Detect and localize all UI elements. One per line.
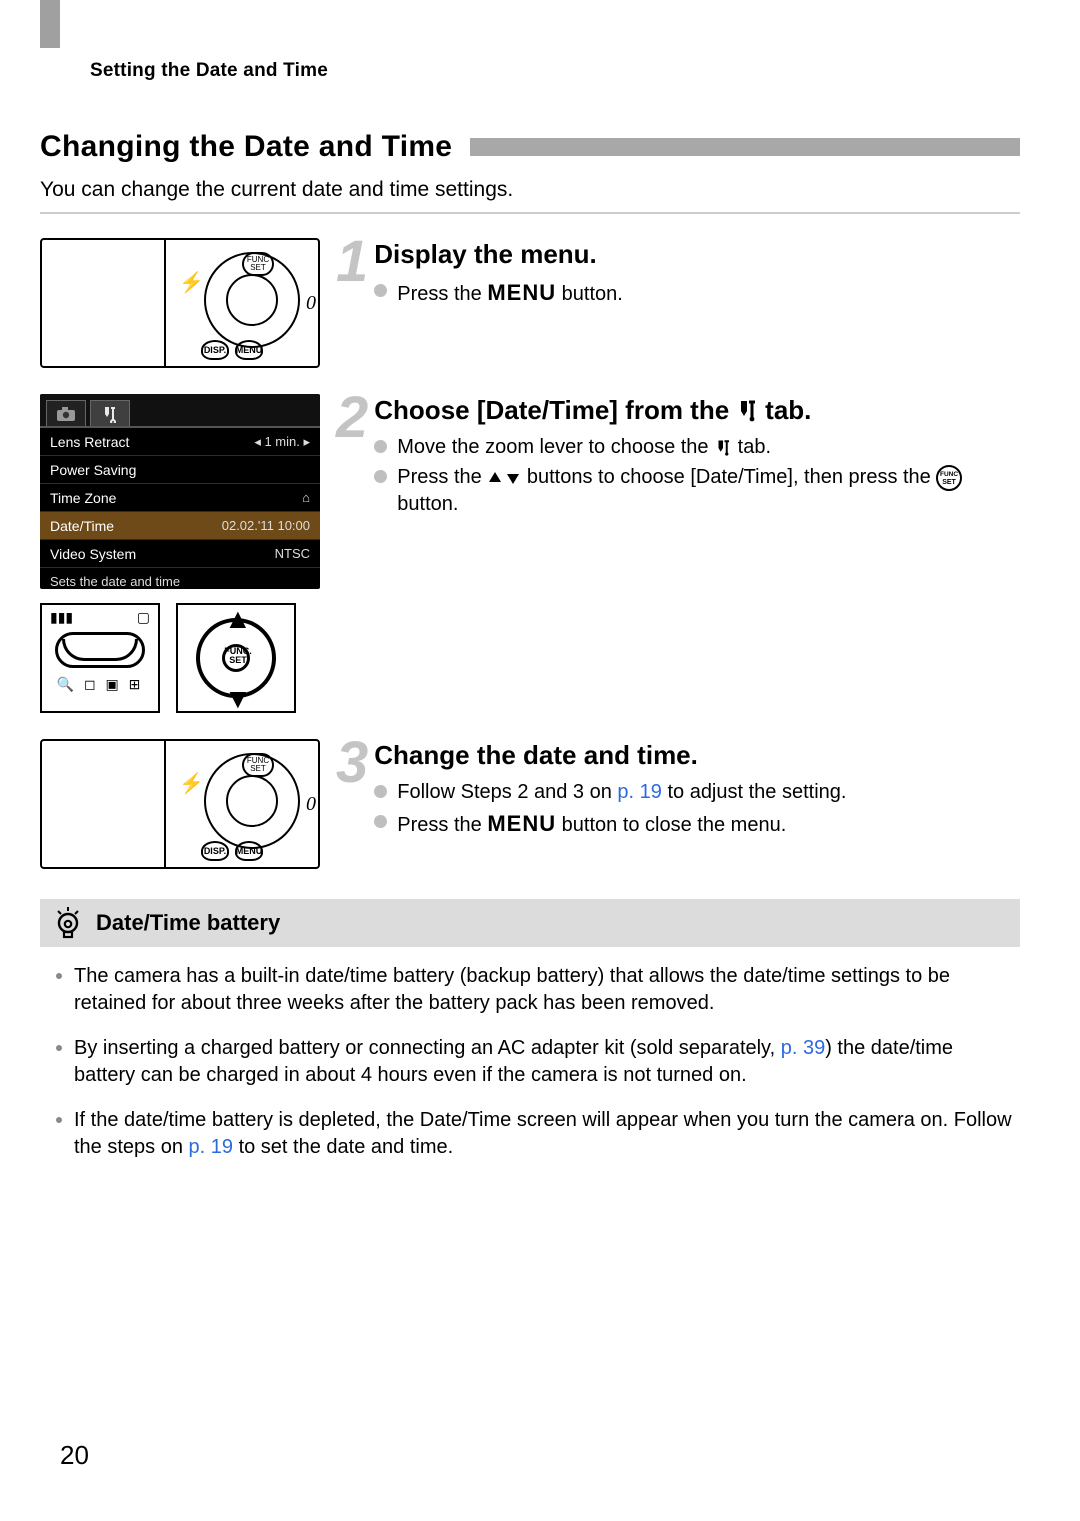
step-1-title: Display the menu. (374, 240, 623, 270)
menu-button-glyph: MENU (487, 811, 556, 836)
section-intro: You can change the current date and time… (40, 178, 1020, 202)
tools-tab-icon (714, 439, 732, 457)
lcd-row-time-zone: Time Zone⌂ (40, 484, 320, 512)
camera-back-illustration: FUNCSET ⚡ 0 DISP.MENU (40, 238, 320, 368)
lcd-row-date-time: Date/Time02.02.'11 10:00 (40, 512, 320, 540)
running-head: Setting the Date and Time (90, 60, 1020, 82)
home-icon: ⌂ (302, 490, 310, 505)
step-2-bullet-1: Move the zoom lever to choose the tab. (374, 434, 1020, 460)
svg-text:FUNC: FUNC (940, 471, 958, 478)
tip-dot-icon (56, 973, 62, 979)
svg-text:SET: SET (943, 479, 957, 486)
bullet-dot-icon (374, 470, 387, 483)
step-1-bullet-1-b: button. (562, 283, 623, 305)
step-1-image: FUNCSET ⚡ 0 DISP.MENU (40, 238, 330, 368)
lightbulb-icon (54, 907, 82, 939)
tip-dot-icon (56, 1117, 62, 1123)
page-ref-link-19[interactable]: p. 19 (189, 1136, 233, 1158)
up-down-buttons-icon (487, 470, 521, 486)
lcd-row-video-system: Video SystemNTSC (40, 540, 320, 568)
tip-3: If the date/time battery is depleted, th… (56, 1107, 1016, 1161)
step-2-title-a: Choose [Date/Time] from the (374, 396, 729, 426)
zoom-lever-illustration: ▮▮▮▢ 🔍 ◻ ▣ ⊞ (40, 603, 160, 713)
callout-title: Date/Time battery (96, 910, 280, 936)
callout-date-time-battery: Date/Time battery (40, 899, 1020, 947)
bullet-dot-icon (374, 284, 387, 297)
step-2-title: Choose [Date/Time] from the tab. (374, 396, 1020, 426)
lcd-row-power-saving: Power Saving (40, 456, 320, 484)
step-3-image: FUNCSET ⚡ 0 DISP.MENU (40, 739, 330, 869)
section-divider (40, 212, 1020, 214)
steps-container: FUNCSET ⚡ 0 DISP.MENU 1 Display the menu… (40, 238, 1020, 895)
tips-list: The camera has a built-in date/time batt… (40, 963, 1020, 1161)
bullet-dot-icon (374, 815, 387, 828)
lcd-menu-screenshot: Lens Retract◂ 1 min. ▸ Power Saving Time… (40, 394, 320, 589)
bullet-dot-icon (374, 785, 387, 798)
page-ref-link-19[interactable]: p. 19 (617, 781, 661, 803)
func-set-button-icon: FUNCSET (936, 465, 962, 491)
step-2-bullet-2: Press the buttons to choose [Date/Time],… (374, 464, 1020, 517)
section-title: Changing the Date and Time (40, 130, 452, 164)
section-edge-tab (40, 0, 60, 48)
tools-tab-icon (735, 399, 759, 423)
section-rule (470, 138, 1020, 156)
lcd-help-text: Sets the date and time (40, 568, 320, 589)
menu-button-glyph: MENU (487, 280, 556, 305)
page-ref-link-39[interactable]: p. 39 (781, 1037, 825, 1059)
step-3-bullet-2: Press the MENU button to close the menu. (374, 809, 846, 838)
step-3: FUNCSET ⚡ 0 DISP.MENU 3 Change the date … (40, 739, 1020, 869)
tip-1: The camera has a built-in date/time batt… (56, 963, 1016, 1017)
step-1-bullet-1: Press the MENU button. (374, 278, 623, 307)
camera-back-illustration: FUNCSET ⚡ 0 DISP.MENU (40, 739, 320, 869)
lcd-tab-tools-icon (90, 400, 130, 426)
lcd-tab-camera-icon (46, 400, 86, 426)
page-number: 20 (60, 1440, 89, 1471)
step-2-title-b: tab. (765, 396, 811, 426)
step-2: Lens Retract◂ 1 min. ▸ Power Saving Time… (40, 394, 1020, 713)
step-2-number: 2 (336, 390, 368, 521)
tip-dot-icon (56, 1045, 62, 1051)
lcd-row-lens-retract: Lens Retract◂ 1 min. ▸ (40, 428, 320, 456)
section-title-row: Changing the Date and Time (40, 130, 1020, 164)
step-2-image: Lens Retract◂ 1 min. ▸ Power Saving Time… (40, 394, 330, 713)
step-1-bullet-1-a: Press the (397, 283, 487, 305)
step-1: FUNCSET ⚡ 0 DISP.MENU 1 Display the menu… (40, 238, 1020, 368)
bullet-dot-icon (374, 440, 387, 453)
step-3-number: 3 (336, 735, 368, 843)
step-1-number: 1 (336, 234, 368, 311)
step-3-bullet-1: Follow Steps 2 and 3 on p. 19 to adjust … (374, 779, 846, 805)
tip-2: By inserting a charged battery or connec… (56, 1035, 1016, 1089)
step-3-title: Change the date and time. (374, 741, 846, 771)
dpad-illustration: ▲ ▼ FUNC.SET (176, 603, 296, 713)
